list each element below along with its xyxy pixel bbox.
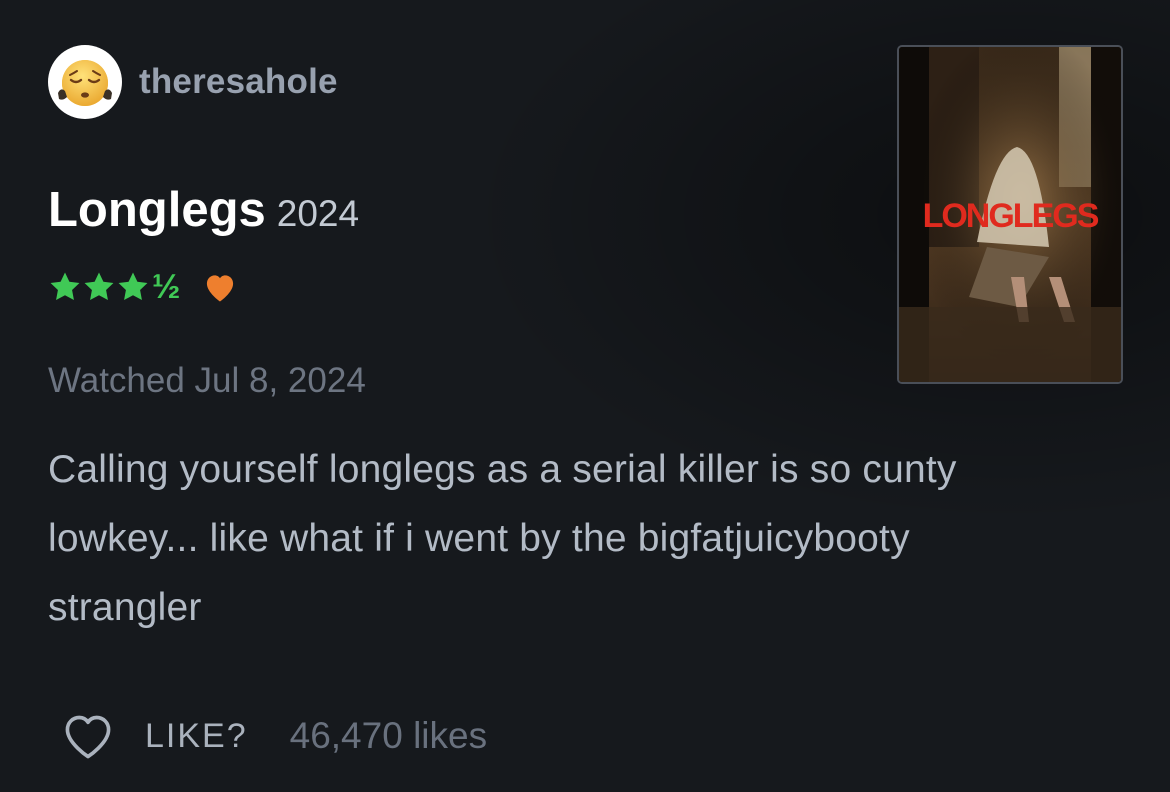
- liked-heart-icon: [207, 275, 234, 302]
- review-text: Calling yourself longlegs as a serial ki…: [48, 448, 957, 629]
- star-icon: [48, 270, 82, 304]
- heart-outline-icon: [65, 715, 111, 759]
- review-page: theresahole Longlegs 2024 ½ Watched Jul …: [0, 0, 1170, 792]
- rating-row: ½: [48, 270, 238, 304]
- star-icon: [116, 270, 150, 304]
- user-header[interactable]: theresahole: [48, 45, 338, 119]
- watched-date: Watched Jul 8, 2024: [48, 361, 366, 400]
- like-button[interactable]: LIKE?: [60, 712, 248, 760]
- pensive-face-emoji-icon: [58, 60, 112, 106]
- film-poster[interactable]: LONGLEGS: [897, 45, 1123, 384]
- poster-title: LONGLEGS: [923, 197, 1099, 235]
- footer-actions: LIKE? 46,470 likes: [60, 712, 487, 760]
- avatar[interactable]: [48, 45, 122, 119]
- film-title[interactable]: Longlegs: [48, 182, 266, 238]
- likes-count[interactable]: 46,470 likes: [290, 715, 487, 757]
- film-year[interactable]: 2024: [277, 193, 359, 235]
- poster-image: LONGLEGS: [899, 47, 1121, 382]
- username[interactable]: theresahole: [139, 62, 338, 102]
- like-label[interactable]: LIKE?: [145, 717, 248, 756]
- half-star-glyph: ½: [152, 268, 181, 306]
- star-rating: ½: [48, 270, 180, 304]
- film-heading: Longlegs 2024: [48, 182, 359, 238]
- star-icon: [82, 270, 116, 304]
